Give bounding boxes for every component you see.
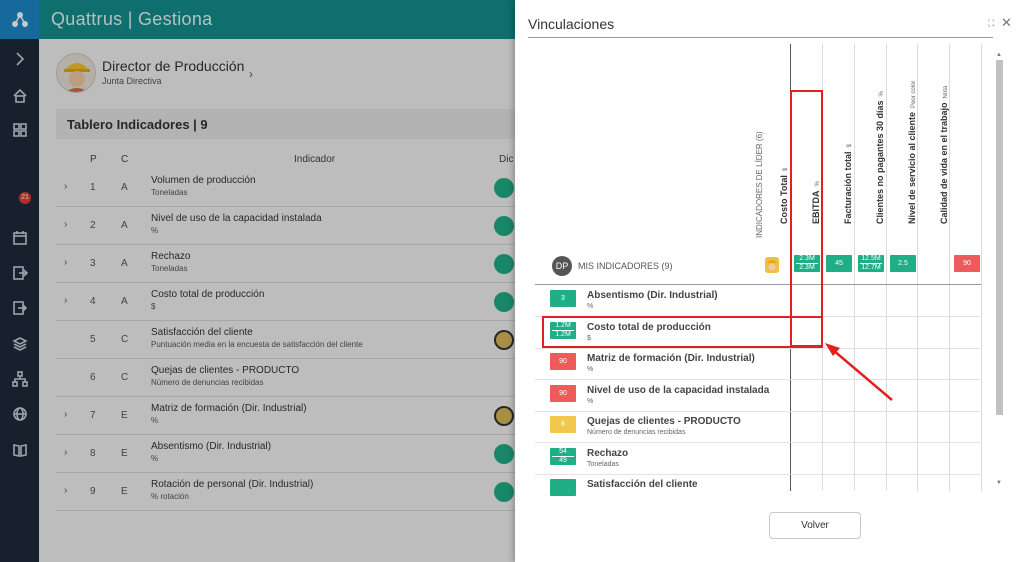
modal-backdrop[interactable] bbox=[0, 0, 515, 562]
vinculaciones-modal: Vinculaciones ⛶ ✕ INDICADORES DE LÍDER (… bbox=[515, 0, 1024, 562]
annotation-arrow-icon bbox=[825, 343, 893, 401]
